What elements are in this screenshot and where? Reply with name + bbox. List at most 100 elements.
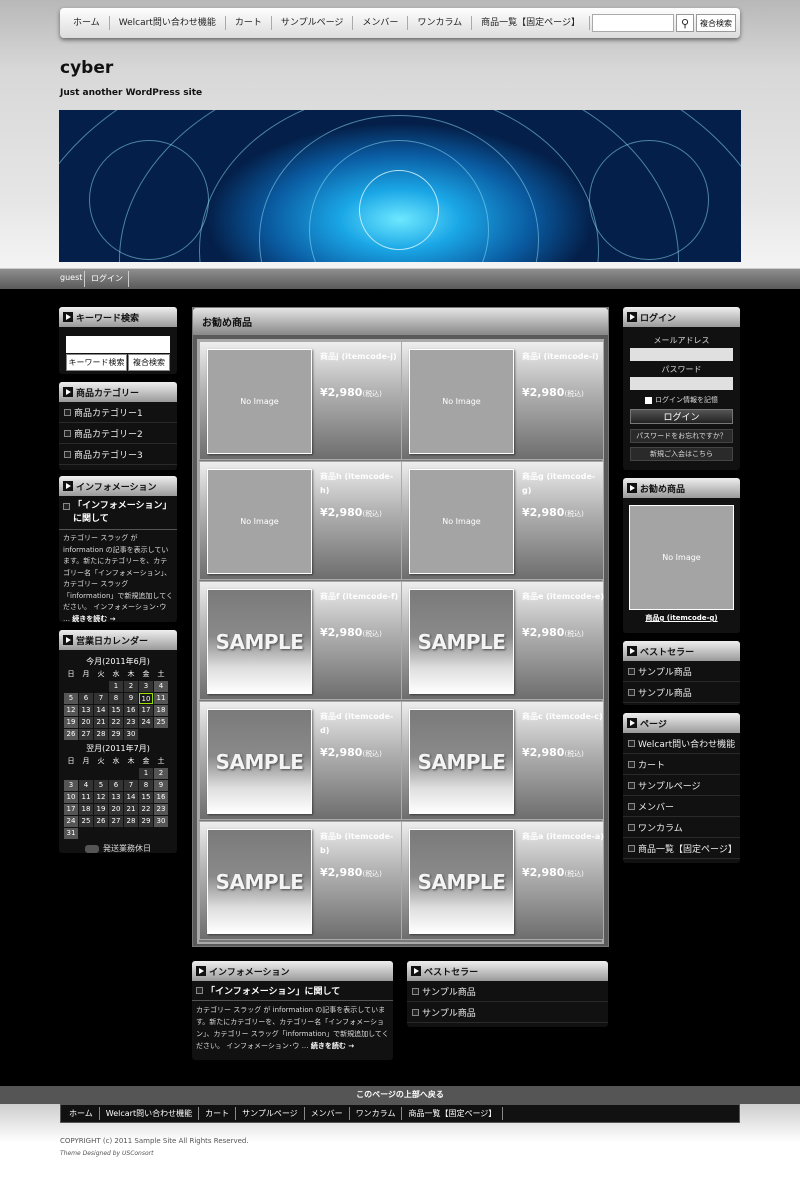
bullet-icon [196, 987, 203, 994]
product-thumbnail[interactable]: No Image [207, 469, 312, 574]
password-input[interactable] [630, 377, 733, 390]
product-thumbnail[interactable]: SAMPLE [207, 589, 312, 694]
page-link[interactable]: Welcart問い合わせ機能 [623, 733, 740, 754]
footer-nav-contact[interactable]: Welcart問い合わせ機能 [100, 1107, 200, 1120]
calendar-day: 16 [154, 792, 168, 803]
product-price: ¥2,980(税込) [522, 866, 584, 879]
calendar-day: 30 [124, 729, 138, 740]
login-button[interactable]: ログイン [630, 409, 733, 424]
bestseller-item[interactable]: サンプル商品 [407, 981, 608, 1002]
product-thumbnail[interactable]: SAMPLE [207, 829, 312, 934]
arrow-icon [627, 718, 637, 728]
keyword-input[interactable] [66, 336, 170, 353]
product-name-link[interactable]: 商品d (itemcode-d) [320, 710, 402, 738]
page-link[interactable]: ワンカラム [623, 817, 740, 838]
back-to-top-link[interactable]: このページの上部へ戻る [0, 1086, 800, 1104]
calendar-day: 12 [64, 705, 78, 716]
product-thumbnail[interactable]: SAMPLE [207, 709, 312, 814]
post-title-link[interactable]: 「インフォメーション」に関して [73, 500, 173, 526]
register-link[interactable]: 新規ご入会はこちら [630, 447, 733, 461]
footer-nav-cart[interactable]: カート [199, 1107, 237, 1120]
product-name-link[interactable]: 商品g (itemcode-g) [522, 470, 604, 498]
advanced-search-button[interactable]: 複合検索 [696, 14, 736, 32]
nav-one-column[interactable]: ワンカラム [408, 16, 473, 30]
page-link[interactable]: メンバー [623, 796, 740, 817]
product-thumbnail[interactable]: No Image [409, 349, 514, 454]
product-card: No Image 商品j (itemcode-j) ¥2,980(税込) [199, 341, 402, 460]
arrow-icon [411, 966, 421, 976]
product-name-link[interactable]: 商品a (itemcode-a) [522, 830, 604, 844]
product-thumbnail[interactable]: SAMPLE [409, 709, 514, 814]
page-label: Welcart問い合わせ機能 [638, 739, 736, 750]
calendar-day: 30 [154, 816, 168, 827]
product-thumbnail[interactable]: No Image [409, 469, 514, 574]
bestseller-item[interactable]: サンプル商品 [623, 682, 740, 703]
product-card: SAMPLE 商品a (itemcode-a) ¥2,980(税込) [401, 821, 604, 940]
calendar-empty [124, 768, 138, 779]
login-widget: ログイン メールアドレス パスワード ログイン情報を記憶 ログイン パスワードを… [623, 307, 740, 470]
product-price: ¥2,980(税込) [522, 386, 584, 399]
advanced-search-button[interactable]: 複合検索 [128, 354, 170, 371]
page-link[interactable]: サンプルページ [623, 775, 740, 796]
nav-home[interactable]: ホーム [64, 16, 110, 30]
page-link[interactable]: カート [623, 754, 740, 775]
forgot-password-link[interactable]: パスワードをお忘れですか？ [630, 429, 733, 443]
nav-member[interactable]: メンバー [353, 16, 409, 30]
calendar-day: 26 [94, 816, 108, 827]
read-more-link[interactable]: 続きを読む → [72, 615, 115, 623]
product-card: No Image 商品h (itemcode-h) ¥2,980(税込) [199, 461, 402, 580]
product-name-link[interactable]: 商品b (itemcode-b) [320, 830, 402, 858]
category-item[interactable]: 商品カテゴリー2 [59, 423, 177, 444]
product-thumbnail[interactable]: No Image [629, 505, 734, 610]
calendar-day: 14 [124, 792, 138, 803]
calendar-day: 20 [109, 804, 123, 815]
product-link[interactable]: 商品g (itemcode-g) [623, 613, 740, 623]
footer-nav-one-column[interactable]: ワンカラム [350, 1107, 403, 1120]
calendar-day: 24 [64, 816, 78, 827]
read-more-link[interactable]: 続きを読む → [311, 1042, 354, 1050]
product-name-link[interactable]: 商品h (itemcode-h) [320, 470, 402, 498]
weekday-label: 金 [142, 670, 150, 678]
category-item[interactable]: 商品カテゴリー3 [59, 444, 177, 465]
login-link[interactable]: ログイン [91, 273, 123, 284]
product-name-link[interactable]: 商品j (itemcode-j) [320, 350, 402, 364]
category-item[interactable]: 商品カテゴリー1 [59, 402, 177, 423]
weekday-label: 土 [157, 757, 165, 765]
footer-nav-product-list[interactable]: 商品一覧【固定ページ】 [402, 1107, 504, 1120]
product-name-link[interactable]: 商品f (itemcode-f) [320, 590, 402, 604]
nav-contact[interactable]: Welcart問い合わせ機能 [110, 16, 226, 30]
product-thumbnail[interactable]: SAMPLE [409, 589, 514, 694]
page-link[interactable]: 商品一覧【固定ページ】 [623, 838, 740, 859]
product-price: ¥2,980(税込) [522, 506, 584, 519]
site-title[interactable]: cyber [60, 58, 113, 78]
product-name-link[interactable]: 商品c (itemcode-c) [522, 710, 604, 724]
nav-cart[interactable]: カート [226, 16, 272, 30]
product-name-link[interactable]: 商品e (itemcode-e) [522, 590, 604, 604]
weekday-label: 月 [82, 757, 90, 765]
footer-nav-home[interactable]: ホーム [63, 1107, 100, 1120]
post-title-link[interactable]: 「インフォメーション」に関して [206, 984, 340, 997]
header-banner-image [59, 110, 741, 262]
email-input[interactable] [630, 348, 733, 361]
post-excerpt: カテゴリー スラッグ が information の記事を表示しています。新たに… [63, 534, 173, 623]
footer-nav-sample-page[interactable]: サンプルページ [236, 1107, 305, 1120]
bestseller-item[interactable]: サンプル商品 [407, 1002, 608, 1023]
search-input[interactable] [592, 14, 674, 32]
product-thumbnail[interactable]: No Image [207, 349, 312, 454]
product-name-link[interactable]: 商品i (itemcode-i) [522, 350, 604, 364]
tax-label: (税込) [564, 390, 584, 398]
weekday-label: 火 [97, 757, 105, 765]
calendar-empty [79, 768, 93, 779]
remember-checkbox[interactable] [645, 396, 652, 404]
nav-sample-page[interactable]: サンプルページ [272, 16, 354, 30]
nav-product-list[interactable]: 商品一覧【固定ページ】 [472, 16, 590, 30]
keyword-search-button[interactable]: キーワード検索 [66, 354, 127, 371]
widget-title: ベストセラー [424, 967, 479, 978]
footer-nav-member[interactable]: メンバー [305, 1107, 350, 1120]
search-button[interactable]: ⚲ [676, 14, 694, 32]
widget-title: 営業日カレンダー [76, 636, 149, 647]
bestseller-item[interactable]: サンプル商品 [623, 661, 740, 682]
bullet-icon [412, 987, 419, 995]
product-thumbnail[interactable]: SAMPLE [409, 829, 514, 934]
calendar-day: 10 [139, 693, 153, 704]
